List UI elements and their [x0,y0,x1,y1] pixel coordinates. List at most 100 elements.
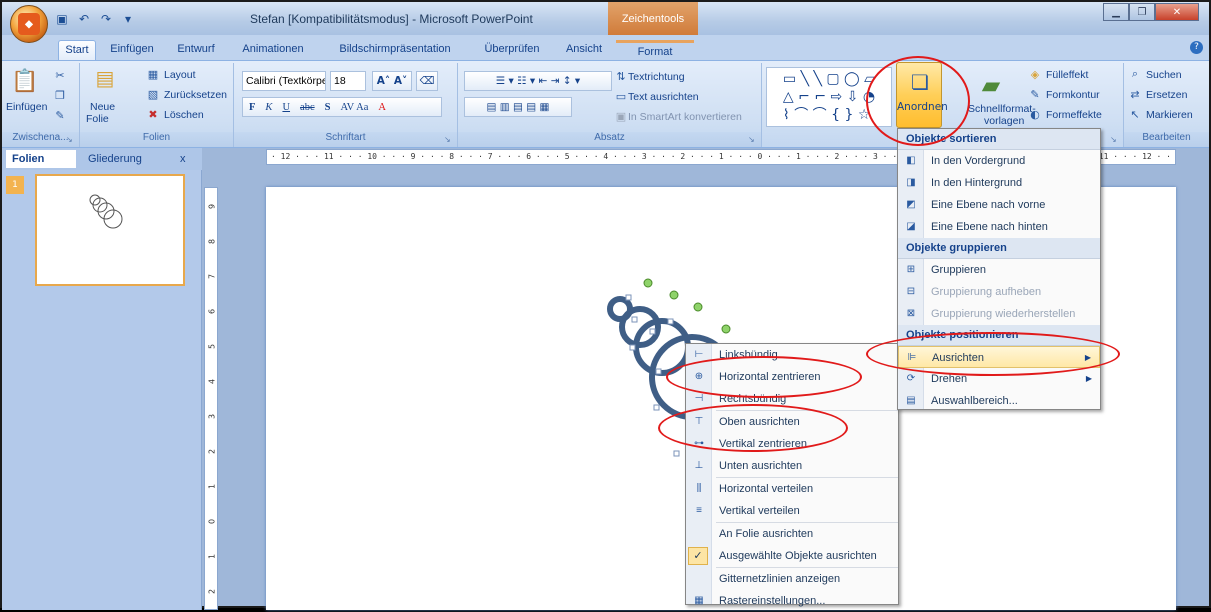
font-format-buttons[interactable]: F K Uabc S AV Aa A [242,97,442,117]
dialog-launcher-icon[interactable]: ↘ [748,135,758,145]
menu-item-label: Auswahlbereich... [931,395,1018,407]
layout-button[interactable]: Layout [164,69,196,81]
tab-gliederung[interactable]: Gliederung [82,150,154,168]
list-buttons[interactable]: ☰ ▾ ☷ ▾ ⇤ ⇥ ↕ ▾ [464,71,612,91]
tab-animationen[interactable]: Animationen [234,40,312,60]
shape-outline-button[interactable]: Formkontur [1046,89,1100,101]
reset-button[interactable]: Zurücksetzen [164,89,227,101]
menu-item-send-to-back[interactable]: ◨ In den Hintergrund [898,172,1100,194]
replace-button[interactable]: Ersetzen [1146,89,1187,101]
ruler-tick: 5 [207,343,217,350]
format-painter-icon[interactable]: ✎ [52,107,68,123]
shape-fill-button[interactable]: Fülleffekt [1046,69,1088,81]
menu-item-align-center[interactable]: ⊕ Horizontal zentrieren [686,366,898,388]
undo-icon[interactable]: ↶ [76,11,92,27]
redo-icon[interactable]: ↷ [98,11,114,27]
tab-format[interactable]: Format [616,40,694,60]
text-direction-button[interactable]: Textrichtung [628,71,685,83]
dialog-launcher-icon[interactable]: ↘ [1110,135,1120,145]
send-to-back-icon: ◨ [906,177,916,188]
menu-item-label: Ausgewählte Objekte ausrichten [719,550,877,562]
text-direction-icon: ⇅ [616,69,626,83]
arrange-menu: Objekte sortieren ◧ In den Vordergrund ◨ I… [897,128,1101,410]
menu-item-regroup[interactable]: ⊠ Gruppierung wiederherstellen [898,303,1100,325]
save-icon[interactable]: ▣ [54,11,70,27]
clear-formatting-button[interactable]: ⌫ [416,71,438,91]
quick-styles-label-2[interactable]: vorlagen [984,115,1024,127]
maximize-button[interactable]: ❐ [1129,3,1155,21]
quick-styles-label[interactable]: Schnellformat- [968,103,1036,115]
menu-item-send-backward[interactable]: ◪ Eine Ebene nach hinten [898,216,1100,238]
menu-item-align-bottom[interactable]: ⊥ Unten ausrichten [686,455,898,477]
quick-styles-icon[interactable]: ▰ [976,67,1006,103]
menu-item-ungroup[interactable]: ⊟ Gruppierung aufheben [898,281,1100,303]
tab-entwurf[interactable]: Entwurf [168,40,224,60]
align-text-button[interactable]: Text ausrichten [628,91,699,103]
menu-item-align-middle[interactable]: ⊶ Vertikal zentrieren [686,433,898,455]
dialog-launcher-icon[interactable]: ↘ [444,135,454,145]
close-button[interactable]: ✕ [1155,3,1199,21]
align-top-icon: ⊤ [694,416,704,427]
powerpoint-window: ▣ ↶ ↷ ▾ Stefan [Kompatibilitätsmodus] - … [0,0,1211,610]
menu-item-align-right[interactable]: ⊣ Rechtsbündig [686,388,898,410]
customize-qat-icon[interactable]: ▾ [120,11,136,27]
paste-icon[interactable]: 📋 [11,65,38,97]
arrange-button[interactable]: ❏ Anordnen [896,62,948,128]
tab-bildschirmpraesentation[interactable]: Bildschirmpräsentation [324,40,466,60]
group-label: Bearbeiten [1124,132,1209,147]
menu-item-rotate[interactable]: ⟳ Drehen ▶ [898,368,1100,390]
menu-item-align-left[interactable]: ⊢ Linksbündig [686,344,898,366]
menu-item-align-top[interactable]: ⊤ Oben ausrichten [686,411,898,433]
dialog-launcher-icon[interactable]: ↘ [66,135,76,145]
ruler-tick: 8 [207,238,217,245]
ruler-tick: 4 [207,378,217,385]
new-slide-label[interactable]: Neue [90,101,115,113]
group-icon: ⊞ [906,264,916,275]
fill-icon: ◈ [1030,67,1040,81]
tab-einfuegen[interactable]: Einfügen [102,40,162,60]
tab-ueberpruefen[interactable]: Überprüfen [472,40,552,60]
ruler-tick: 7 [207,273,217,280]
outline-icon: ✎ [1030,87,1040,101]
pane-close-icon[interactable]: x [180,150,192,168]
smartart-button[interactable]: In SmartArt konvertieren [628,111,742,123]
submenu-arrow-icon: ▶ [1084,353,1091,362]
menu-item-bring-to-front[interactable]: ◧ In den Vordergrund [898,150,1100,172]
select-button[interactable]: Markieren [1146,109,1193,121]
slide-thumbnail[interactable] [35,174,185,286]
menu-item-align-to-slide[interactable]: An Folie ausrichten [686,523,898,545]
distribute-vertical-icon: ≡ [696,505,702,516]
alignment-buttons[interactable]: ▤ ▥ ▤ ▤ ▦ [464,97,572,117]
tab-folien[interactable]: Folien [6,150,76,168]
menu-item-distribute-horizontal[interactable]: ⫼ Horizontal verteilen [686,478,898,500]
tab-ansicht[interactable]: Ansicht [558,40,610,60]
menu-item-show-gridlines[interactable]: Gitternetzlinien anzeigen [686,568,898,590]
menu-item-group[interactable]: ⊞ Gruppieren [898,259,1100,281]
tab-start[interactable]: Start [58,40,96,60]
minimize-button[interactable]: ▁ [1103,3,1129,21]
menu-item-align-selected[interactable]: ✓ Ausgewählte Objekte ausrichten [686,545,898,567]
font-size-combo[interactable]: 18 [330,71,366,91]
window-title: Stefan [Kompatibilitätsmodus] - Microsof… [250,12,533,26]
find-button[interactable]: Suchen [1146,69,1182,81]
menu-item-bring-forward[interactable]: ◩ Eine Ebene nach vorne [898,194,1100,216]
cut-icon[interactable]: ✂ [52,67,68,83]
window-controls: ▁ ❐ ✕ [1103,3,1199,21]
menu-item-distribute-vertical[interactable]: ≡ Vertikal verteilen [686,500,898,522]
menu-item-grid-settings[interactable]: ▦ Rastereinstellungen... [686,590,898,612]
shapes-gallery[interactable]: ▭ ╲ ╲ ▢ ◯ ▱ △ ⌐ ⌐ ⇨ ⇩ ◔ ⌇ ⌒ ⌒ { } ☆ [766,67,892,127]
font-name-combo[interactable]: Calibri (Textkörpe [242,71,326,91]
grow-shrink-font-button[interactable]: A˄ A˅ [372,71,412,91]
menu-item-selection-pane[interactable]: ▤ Auswahlbereich... [898,390,1100,412]
menu-item-align[interactable]: ⊫ Ausrichten ▶ [898,346,1100,368]
delete-button[interactable]: Löschen [164,109,204,121]
ruler-tick: 6 [207,308,217,315]
copy-icon[interactable]: ❐ [52,87,68,103]
ruler-scale-right: 11 · · · 12 · · [1098,152,1171,161]
new-slide-label-2[interactable]: Folie [86,113,109,125]
office-button[interactable]: ◆ [10,5,48,43]
paste-button[interactable]: Einfügen [6,101,47,113]
new-slide-icon[interactable]: ▤ [92,65,118,91]
help-icon[interactable]: ? [1190,41,1203,54]
shape-effects-button[interactable]: Formeffekte [1046,109,1102,121]
